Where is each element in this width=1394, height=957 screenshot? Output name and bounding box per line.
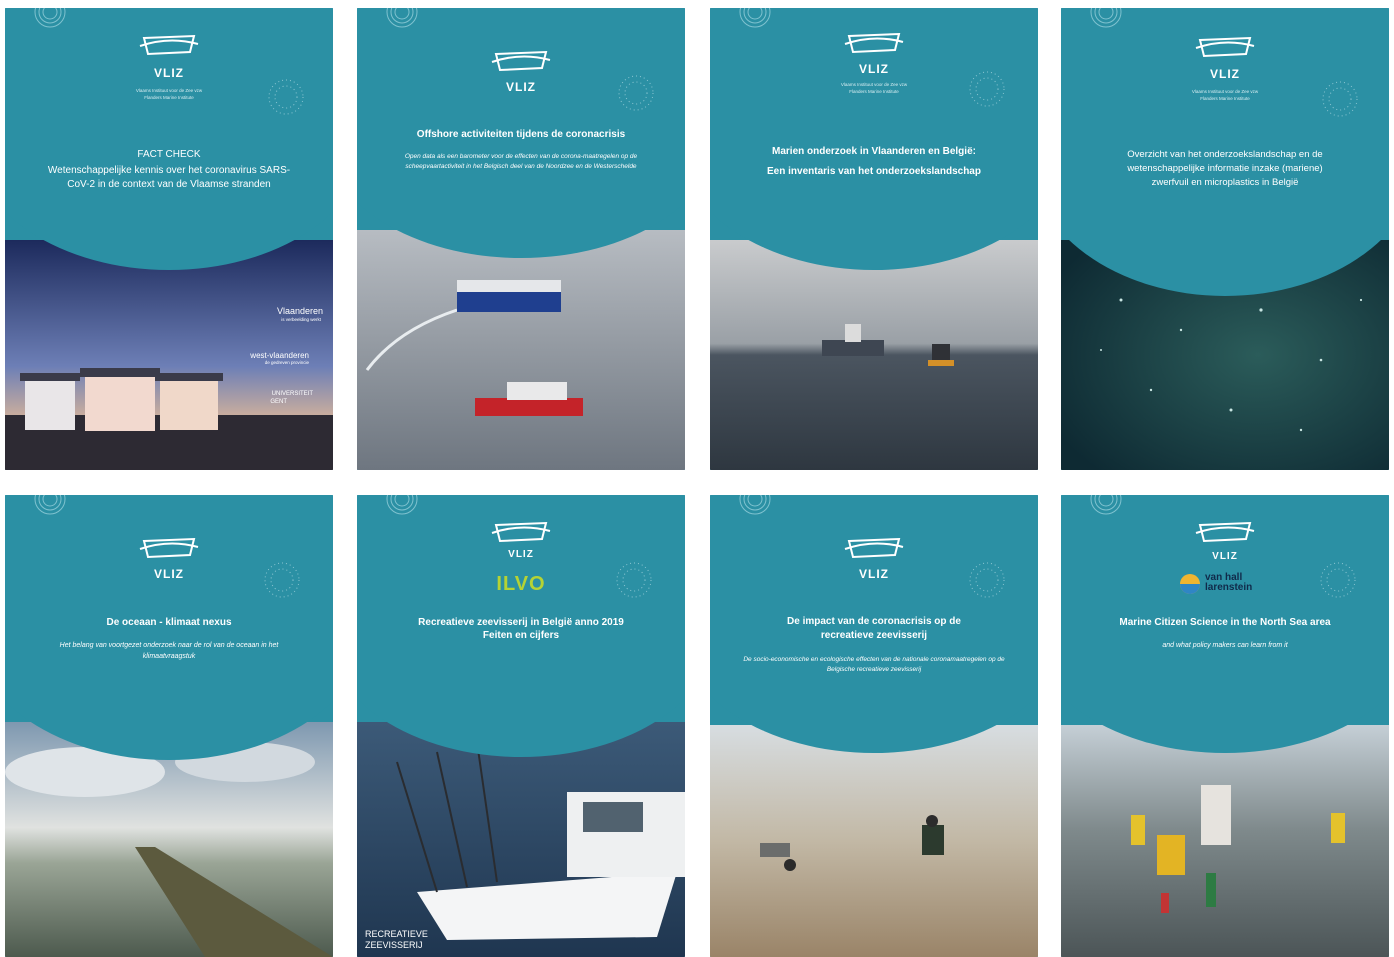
cover-title-line-2: Feiten en cijfers (482, 630, 560, 641)
publisher-tagline-en: Flanders Marine Institute (1200, 96, 1250, 101)
cover-photo-fishing-boat (357, 722, 685, 957)
decorative-spiral-icon (386, 495, 418, 515)
vliz-logo-word: VLIZ (154, 66, 184, 80)
cover-title: De oceaan - klimaat nexus (106, 617, 232, 628)
ilvo-logo: ILVO (496, 573, 546, 595)
report-cover-marien-onderzoek[interactable]: VLIZ Vlaams Instituut voor de Zee vzw Fl… (710, 8, 1038, 470)
partner-vlaanderen: Vlaanderen (276, 306, 323, 316)
cover-photo-beach-fisher (710, 725, 1038, 957)
partner-recreatieve-zeevisserij-2: ZEEVISSERIJ (365, 940, 423, 950)
report-cover-fact-check[interactable]: VLIZ Vlaams Instituut voor de Zee vzw Fl… (5, 8, 333, 470)
cover-title: Overzicht van het onderzoekslandschap en… (1127, 149, 1323, 188)
cover-subtitle: Open data als een barometer voor de effe… (404, 153, 638, 170)
partner-ugent: UNIVERSITEIT (271, 391, 313, 397)
cover-subtitle: and what policy makers can learn from it (1162, 642, 1288, 649)
publisher-tagline: Vlaams Instituut voor de Zee vzw (1191, 89, 1259, 94)
partner-vlaanderen-tagline: is verbeelding werkt (281, 317, 321, 322)
publisher-tagline-en: Flanders Marine Institute (144, 95, 194, 100)
partner-west-vlaanderen: west-vlaanderen (250, 351, 309, 360)
cover-title: Offshore activiteiten tijdens de coronac… (416, 129, 626, 140)
decorative-spiral-icon (34, 495, 66, 515)
report-cover-zwerfvuil[interactable]: VLIZ Vlaams Instituut voor de Zee vzw Fl… (1061, 8, 1389, 470)
vliz-logo-word: VLIZ (508, 549, 534, 560)
cover-photo-ships (357, 230, 685, 470)
partner-recreatieve-zeevisserij: RECREATIEVE (365, 929, 428, 939)
publisher-tagline: Vlaams Instituut voor de Zee vzw (135, 88, 203, 93)
report-cover-oceaan-klimaat[interactable]: VLIZ De oceaan - klimaat nexus Het belan… (5, 495, 333, 957)
decorative-spiral-icon (739, 8, 771, 28)
cover-title: Recreatieve zeevisserij in België anno 2… (418, 617, 624, 628)
decorative-spiral-icon (386, 8, 418, 28)
decorative-spiral-icon (739, 495, 771, 515)
vliz-logo-word: VLIZ (1212, 551, 1238, 562)
decorative-dots-icon (1320, 562, 1356, 598)
cover-kicker: FACT CHECK (137, 149, 201, 160)
cover-title: Marine Citizen Science in the North Sea … (1119, 617, 1331, 628)
decorative-spiral-icon (1090, 495, 1122, 515)
cover-subtitle: De socio-economische en ecologische effe… (743, 656, 1005, 673)
cover-title-line-2: Een inventaris van het onderzoekslandsch… (767, 166, 981, 177)
decorative-spiral-icon (1090, 8, 1122, 28)
vliz-logo-word: VLIZ (859, 62, 889, 76)
publisher-tagline: Vlaams Instituut voor de Zee vzw (840, 82, 908, 87)
publisher-tagline-en: Flanders Marine Institute (849, 89, 899, 94)
cover-title: Wetenschappelijke kennis over het corona… (47, 165, 291, 190)
van-hall-larenstein-logo-icon (1180, 574, 1200, 594)
cover-title: De impact van de coronacrisis op de recr… (787, 616, 961, 641)
cover-title: Marien onderzoek in Vlaanderen en België… (772, 146, 976, 157)
report-cover-impact-coronacrisis[interactable]: VLIZ De impact van de coronacrisis op de… (710, 495, 1038, 957)
decorative-spiral-icon (34, 8, 66, 28)
report-cover-marine-citizen-science[interactable]: VLIZ van hall larenstein Marine Citizen … (1061, 495, 1389, 957)
vliz-logo-word: VLIZ (1210, 67, 1240, 81)
cover-photo-research-vessel (710, 240, 1038, 470)
report-cover-recreatieve-zeevisserij[interactable]: VLIZ ILVO Recreatieve zeevisserij in Bel… (357, 495, 685, 957)
vliz-logo-word: VLIZ (506, 80, 536, 94)
vliz-logo-word: VLIZ (859, 567, 889, 581)
partner-west-vlaanderen-tagline: de gedreven provincie (264, 360, 309, 365)
report-cover-offshore[interactable]: VLIZ Offshore activiteiten tijdens de co… (357, 8, 685, 470)
vliz-logo-word: VLIZ (154, 567, 184, 581)
cover-subtitle: Het belang van voortgezet onderzoek naar… (59, 642, 279, 660)
partner-ugent-2: GENT (270, 399, 287, 405)
cover-photo-citizen-scientists (1061, 725, 1389, 957)
van-hall-larenstein-logo: van hall larenstein (1205, 572, 1253, 593)
